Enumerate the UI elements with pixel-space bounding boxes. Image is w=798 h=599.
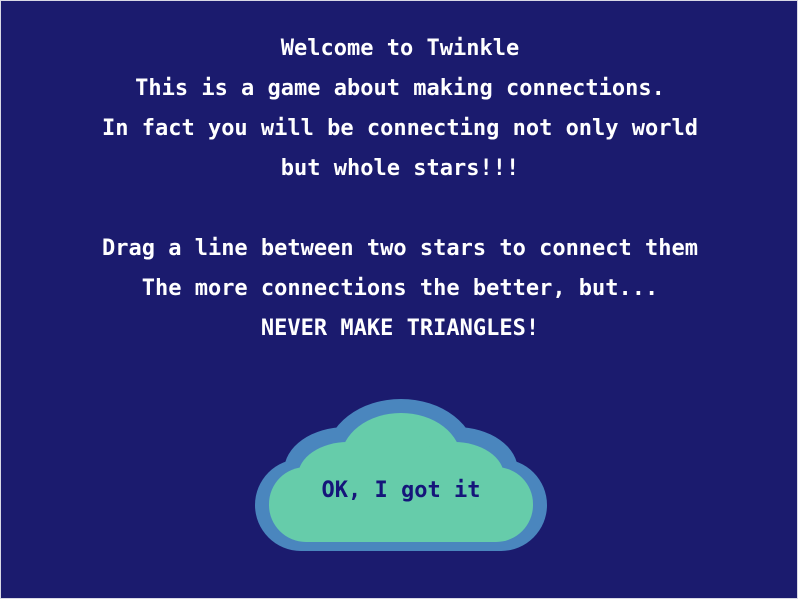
- intro-text: Welcome to Twinkle This is a game about …: [1, 29, 798, 349]
- warning-line: NEVER MAKE TRIANGLES!: [260, 316, 540, 341]
- intro-line-4: but whole stars!!!: [280, 156, 520, 181]
- game-screen: Welcome to Twinkle This is a game about …: [0, 0, 798, 599]
- instruction-line-2: The more connections the better, but...: [141, 276, 659, 301]
- intro-title: Welcome to Twinkle: [280, 36, 520, 61]
- instruction-line-1: Drag a line between two stars to connect…: [101, 236, 699, 261]
- intro-line-2: This is a game about making connections.: [135, 76, 665, 101]
- ok-button-label[interactable]: OK, I got it: [251, 473, 551, 509]
- intro-spacer: [1, 189, 798, 229]
- intro-line-3: In fact you will be connecting not only …: [101, 116, 699, 141]
- ok-button[interactable]: OK, I got it: [251, 399, 551, 551]
